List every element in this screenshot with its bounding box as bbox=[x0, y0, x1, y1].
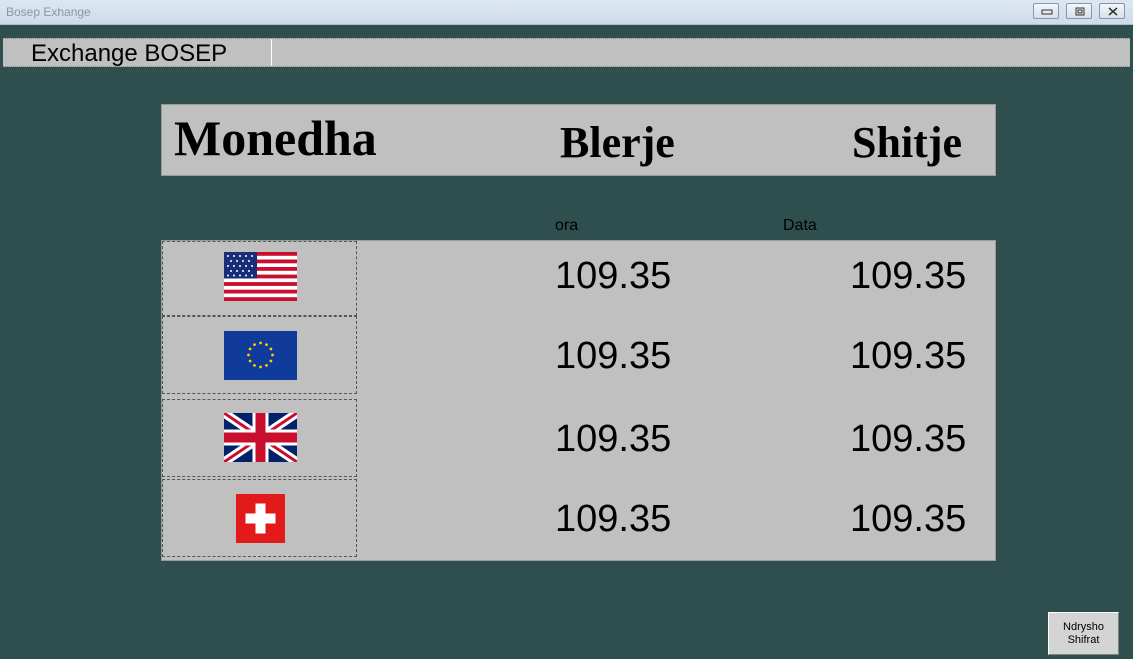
chf-buy-value: 109.35 bbox=[555, 498, 672, 540]
eu-flag-icon bbox=[224, 331, 297, 380]
flag-cell-usd bbox=[162, 241, 357, 316]
gbp-sell-value: 109.35 bbox=[850, 418, 967, 460]
restore-icon bbox=[1075, 7, 1085, 16]
uk-flag-icon bbox=[224, 413, 297, 462]
minimize-button[interactable] bbox=[1033, 3, 1059, 19]
change-rates-button[interactable]: Ndrysho Shifrat bbox=[1048, 612, 1119, 655]
time-label: ora bbox=[555, 217, 579, 234]
close-icon bbox=[1108, 7, 1118, 16]
usa-flag-icon bbox=[224, 252, 297, 301]
header-panel: Monedha Blerje Shitje bbox=[161, 104, 996, 176]
change-rates-label-1: Ndrysho bbox=[1063, 621, 1104, 633]
menu-separator bbox=[271, 39, 272, 66]
flag-cell-eur bbox=[162, 316, 357, 394]
usd-buy-value: 109.35 bbox=[555, 255, 672, 297]
swiss-flag-icon bbox=[236, 494, 285, 543]
change-rates-label-2: Shifrat bbox=[1067, 634, 1100, 646]
rates-table: 109.35 109.35 109.35 109.35 109.35 109.3… bbox=[161, 240, 996, 561]
main-panel: Exchange BOSEP Monedha Blerje Shitje ora… bbox=[3, 25, 1130, 659]
chf-sell-value: 109.35 bbox=[850, 498, 967, 540]
window-title: Bosep Exhange bbox=[6, 5, 91, 19]
buy-header: Blerje bbox=[560, 118, 675, 167]
minimize-icon bbox=[1041, 9, 1053, 15]
date-label: Data bbox=[783, 217, 817, 234]
sell-header: Shitje bbox=[852, 118, 962, 167]
eur-buy-value: 109.35 bbox=[555, 335, 672, 377]
maximize-button[interactable] bbox=[1066, 3, 1092, 19]
title-bar: Bosep Exhange bbox=[0, 0, 1133, 25]
gbp-buy-value: 109.35 bbox=[555, 418, 672, 460]
menu-bar: Exchange BOSEP bbox=[3, 38, 1130, 67]
close-button[interactable] bbox=[1099, 3, 1125, 19]
currency-header: Monedha bbox=[174, 110, 377, 166]
flag-cell-chf bbox=[162, 479, 357, 557]
usd-sell-value: 109.35 bbox=[850, 255, 967, 297]
eur-sell-value: 109.35 bbox=[850, 335, 967, 377]
flag-cell-gbp bbox=[162, 399, 357, 477]
menu-exchange-bosep[interactable]: Exchange BOSEP bbox=[31, 40, 227, 68]
